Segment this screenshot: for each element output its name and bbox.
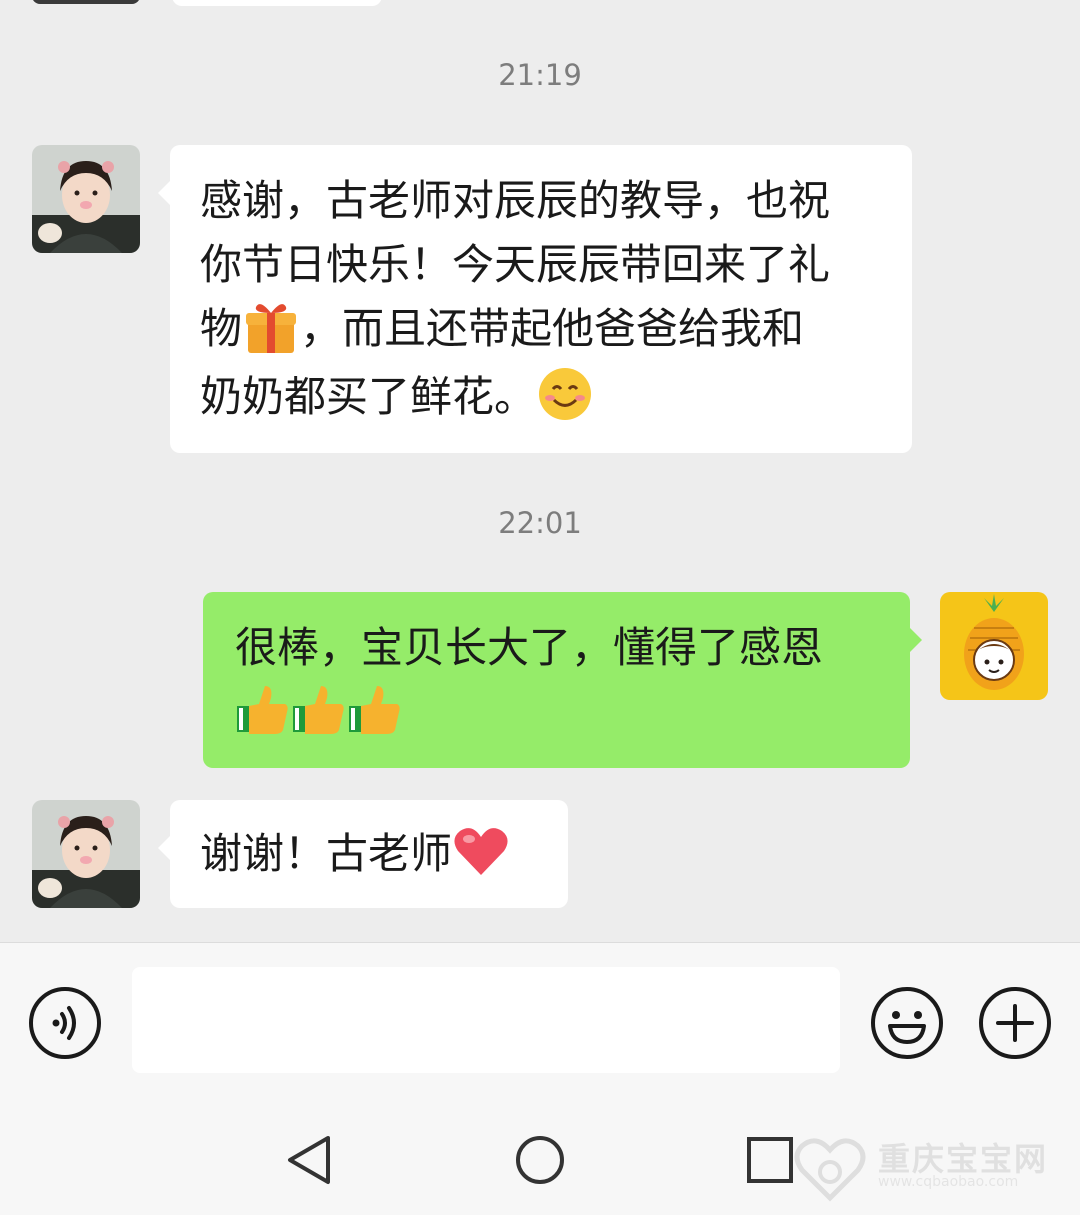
my-avatar[interactable] <box>940 592 1048 700</box>
message-line: 很棒，宝贝长大了，懂得了感恩 <box>235 623 824 672</box>
plus-icon[interactable] <box>978 986 1052 1060</box>
emoji-icon[interactable] <box>870 986 944 1060</box>
contact-avatar[interactable] <box>32 145 140 253</box>
site-watermark: 重庆宝宝网 www.cqbaobao.com <box>790 1128 1080 1215</box>
message-line <box>235 680 878 754</box>
gift-emoji <box>242 299 300 365</box>
previous-avatar-fragment <box>32 0 140 4</box>
heart-emoji <box>452 825 510 889</box>
message-line: 谢谢！古老师 <box>200 822 538 889</box>
thumbs-up-emoji <box>235 680 291 754</box>
smile-emoji <box>536 365 594 433</box>
chat-input-bar <box>0 942 1080 1101</box>
back-icon[interactable] <box>280 1130 340 1190</box>
home-icon[interactable] <box>510 1130 570 1190</box>
message-line: 你节日快乐！今天辰辰带回来了礼 <box>200 240 831 289</box>
previous-bubble-fragment <box>172 0 382 6</box>
incoming-message-bubble[interactable]: 感谢，古老师对辰辰的教导，也祝 你节日快乐！今天辰辰带回来了礼 物，而且还带起他… <box>158 145 912 453</box>
watermark-logo-icon <box>794 1138 866 1202</box>
voice-icon[interactable] <box>28 986 102 1060</box>
thumbs-up-emoji <box>291 680 347 754</box>
message-line: 感谢，古老师对辰辰的教导，也祝 <box>200 176 831 225</box>
thumbs-up-emoji <box>347 680 403 754</box>
chat-screen: 21:19 感谢，古老师对辰辰的教导，也祝 你节日快乐！今天辰辰带回来了礼 物，… <box>0 0 1080 1215</box>
message-input[interactable] <box>132 967 840 1073</box>
timestamp: 21:19 <box>498 58 582 92</box>
contact-avatar[interactable] <box>32 800 140 908</box>
outgoing-message-bubble[interactable]: 很棒，宝贝长大了，懂得了感恩 <box>203 592 922 768</box>
timestamp: 22:01 <box>498 506 582 540</box>
message-line: 奶奶都买了鲜花。 <box>200 365 882 434</box>
incoming-message-bubble[interactable]: 谢谢！古老师 <box>158 800 568 908</box>
message-line: 物，而且还带起他爸爸给我和 <box>200 297 882 365</box>
watermark-url: www.cqbaobao.com <box>878 1174 1019 1190</box>
